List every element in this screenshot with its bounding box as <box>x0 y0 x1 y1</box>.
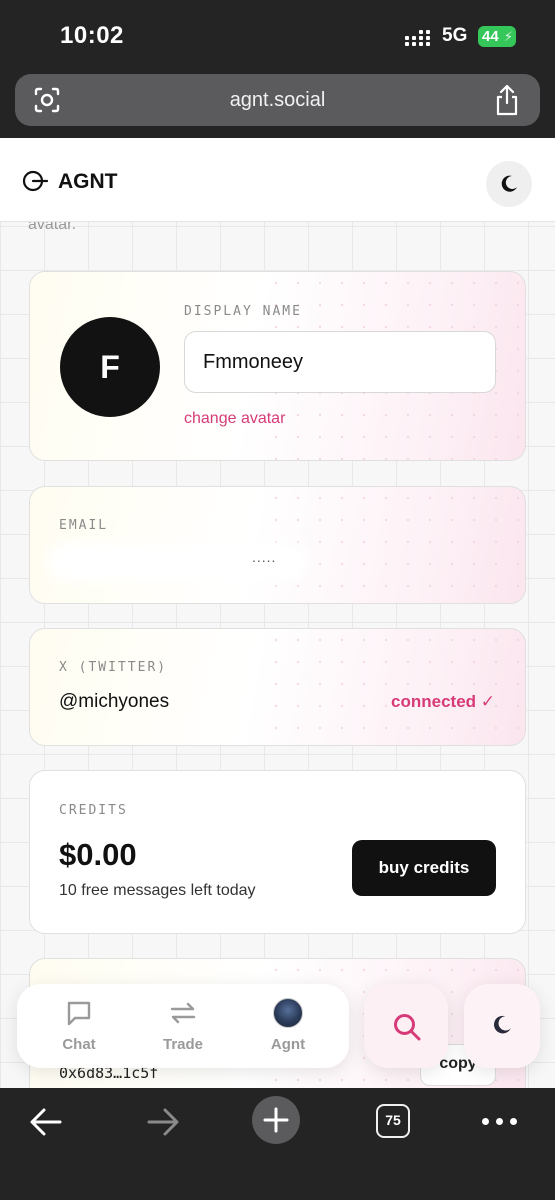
signal-strength-icon <box>405 30 431 46</box>
change-avatar-link[interactable]: change avatar <box>184 410 285 428</box>
agent-avatar-icon <box>273 998 303 1028</box>
tab-count-button[interactable]: 75 <box>376 1104 410 1138</box>
back-arrow-icon[interactable] <box>28 1106 64 1138</box>
search-icon <box>394 1014 421 1041</box>
address-bar[interactable]: agnt.social <box>15 74 540 126</box>
nav-label-agnt: Agnt <box>270 1036 306 1053</box>
x-twitter-card: X (TWITTER) @michyones connected ✓ <box>29 628 526 746</box>
new-tab-button[interactable] <box>252 1096 300 1144</box>
moon-icon <box>493 1015 511 1034</box>
moon-icon <box>501 175 517 192</box>
more-options-icon[interactable] <box>482 1118 518 1126</box>
battery-level: 44 <box>482 28 499 45</box>
credits-card: CREDITS $0.00 10 free messages left toda… <box>29 770 526 934</box>
x-handle: @michyones <box>59 691 170 712</box>
avatar[interactable]: F <box>60 317 160 417</box>
url-text[interactable]: agnt.social <box>15 89 540 112</box>
nav-item-trade[interactable]: Trade <box>133 984 233 1068</box>
email-value: ..... <box>252 549 277 565</box>
nav-label-chat: Chat <box>62 1036 96 1053</box>
free-messages-left: 10 free messages left today <box>59 882 256 899</box>
swap-arrows-icon <box>170 1002 196 1024</box>
credits-label: CREDITS <box>59 803 128 818</box>
display-name-card: F DISPLAY NAME change avatar <box>29 271 526 461</box>
buy-credits-button[interactable]: buy credits <box>352 840 496 896</box>
x-twitter-label: X (TWITTER) <box>59 660 168 675</box>
bottom-nav: Chat Trade Agnt <box>17 984 349 1068</box>
x-connected-status[interactable]: connected ✓ <box>391 692 495 712</box>
brand-name[interactable]: AGNT <box>58 170 118 194</box>
nav-item-chat[interactable]: Chat <box>29 984 129 1068</box>
display-name-input[interactable] <box>184 331 496 393</box>
plus-icon <box>263 1107 289 1133</box>
network-type: 5G <box>442 25 468 46</box>
search-button[interactable] <box>364 984 448 1068</box>
forward-arrow-icon[interactable] <box>145 1106 181 1138</box>
credits-balance: $0.00 <box>59 837 137 872</box>
theme-toggle-button[interactable] <box>486 161 532 207</box>
card-pattern <box>265 629 525 745</box>
charging-bolt-icon: ⚡ <box>503 29 513 44</box>
nav-item-agnt[interactable]: Agnt <box>238 984 338 1068</box>
status-time: 10:02 <box>60 22 124 49</box>
page-content: AGNT avatar. F DISPLAY NAME change avata… <box>0 138 555 1088</box>
display-name-label: DISPLAY NAME <box>184 304 302 319</box>
card-pattern <box>265 487 525 603</box>
nav-label-trade: Trade <box>162 1036 204 1053</box>
status-bar: 10:02 5G 44 ⚡ <box>0 0 555 70</box>
share-icon[interactable] <box>494 84 520 116</box>
chat-bubble-icon <box>67 1001 91 1026</box>
app-header: AGNT <box>0 138 555 222</box>
theme-toggle-fab[interactable] <box>464 984 540 1068</box>
battery-icon: 44 ⚡ <box>478 26 516 47</box>
browser-toolbar: 75 <box>0 1088 555 1200</box>
email-label: EMAIL <box>59 518 109 533</box>
browser-address-area: agnt.social <box>0 70 555 138</box>
email-card: EMAIL ..... <box>29 486 526 604</box>
agnt-logo-icon[interactable] <box>22 170 48 192</box>
